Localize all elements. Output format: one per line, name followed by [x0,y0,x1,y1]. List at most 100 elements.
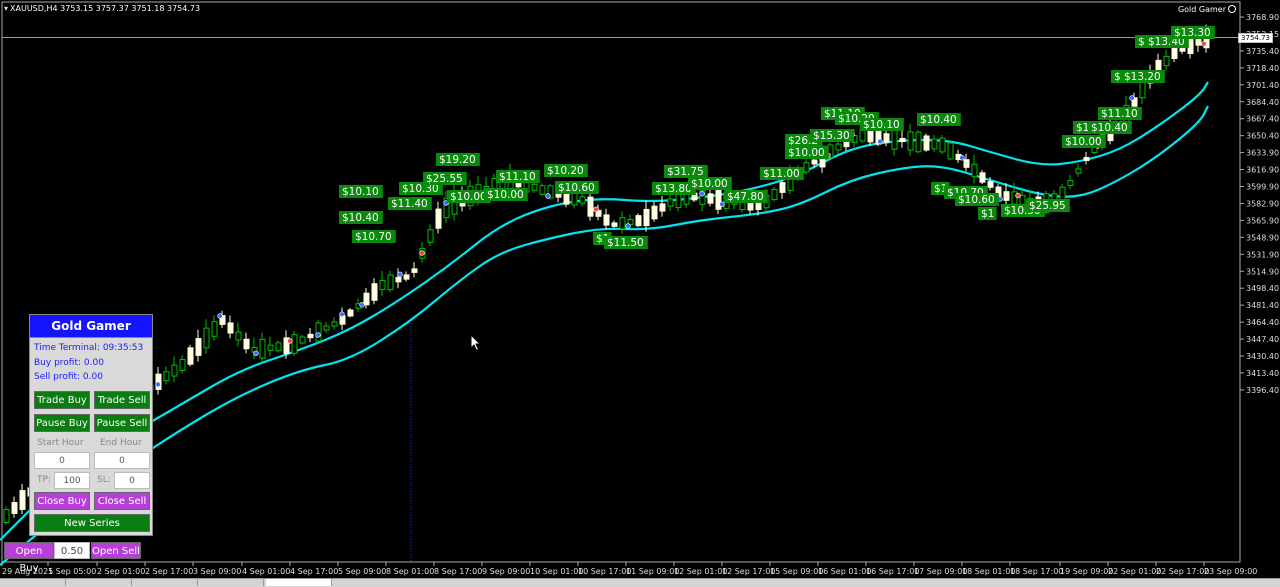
symbol-timeframe: XAUUSD,H4 [10,4,58,13]
profit-label-text: $11.10 [1101,108,1138,120]
profit-label-text: $25.95 [1029,200,1066,212]
current-price-tag: 3754.73 [1238,33,1273,43]
candle-body [659,203,666,212]
candle-body [707,193,714,204]
candle-body [603,214,610,226]
candle-body [163,371,170,382]
profit-label: $10.00 [1062,135,1106,148]
x-tick-label: 17 Sep 09:00 [914,567,967,576]
profit-label: $11.00 [760,167,804,180]
x-tick-label: 23 Sep 09:00 [1204,567,1257,576]
profit-label-text: $1 [1076,122,1089,134]
candle-body [323,325,330,331]
candle-body [587,196,594,217]
close-sell-button[interactable]: Close Sell [94,492,150,510]
lot-size-field[interactable]: 0.50 [54,542,90,559]
start-hour-field[interactable]: 0 [34,452,90,469]
panel-title[interactable]: Gold Gamer [30,315,152,338]
profit-label: $10.70 [352,230,396,243]
ohlc-values: 3753.15 3757.37 3751.18 3754.73 [60,4,201,13]
x-tick-label: 4 Sep 17:00 [290,567,338,576]
x-tick-label: 3 Sep 09:00 [193,567,241,576]
sl-field[interactable]: 0 [114,472,150,489]
candle-body [363,292,370,306]
candle-body [947,142,954,160]
y-tick-label: 3650.40 [1246,132,1279,141]
chart-tab[interactable] [0,579,66,586]
trade-marker [1015,192,1021,199]
expert-advisor-name[interactable]: Gold Gamer [1178,5,1236,14]
trade-marker [339,311,345,317]
candle-body [963,159,970,168]
profit-label: $10.40 [1088,121,1132,134]
tp-label: TP: [37,475,51,485]
trade-marker [719,201,725,207]
candle-body [803,162,810,173]
x-tick-label: 12 Sep 01:00 [674,567,727,576]
candle-body [395,276,402,283]
control-panel: Gold Gamer Time Terminal: 09:35:53 Buy p… [29,314,153,536]
y-tick-label: 3514.90 [1246,267,1279,276]
close-buy-button[interactable]: Close Buy [34,492,90,510]
trade-marker [625,223,631,229]
profit-label-text: $10.00 [691,178,728,190]
trade-marker [217,313,223,319]
profit-label-text: $15.30 [813,130,850,142]
chart-tab[interactable] [66,579,132,586]
profit-label: $11.40 [388,197,432,210]
chart-tab-active[interactable] [266,579,332,586]
candle-body [371,283,378,301]
trade-marker [315,332,321,338]
candle-body [811,159,818,165]
profit-label-text: $10.10 [342,186,379,198]
candle-body [211,321,218,337]
profit-label-text: $10.40 [920,114,957,126]
candle-body [203,327,210,349]
pause-sell-button[interactable]: Pause Sell [94,414,150,432]
candle-body [771,189,778,200]
profit-label-text: $11.00 [763,168,800,180]
trade-marker [155,381,161,388]
price-chart[interactable]: 3768.903752.153735.403718.403701.403684.… [0,0,1280,586]
candle-body [187,347,194,365]
chart-tab[interactable] [198,579,264,586]
trade-marker [397,271,403,278]
candle-body [275,342,282,352]
trade-buy-button[interactable]: Trade Buy [34,391,90,409]
trade-marker [287,338,293,344]
profit-label-text: $10.00 [487,189,524,201]
profit-label: $10.00 [688,177,732,190]
candle-body [531,183,538,191]
trade-sell-button[interactable]: Trade Sell [94,391,150,409]
profit-label-text: $11.10 [499,171,536,183]
x-tick-label: 2 Sep 17:00 [145,567,193,576]
x-tick-label: 8 Sep 01:00 [386,567,434,576]
candle-body [11,502,18,514]
y-tick-label: 3396.40 [1246,386,1279,395]
chevron-down-icon[interactable]: ▾ [4,4,8,13]
profit-label: $10.60 [955,193,999,206]
candle-body [715,189,722,210]
chart-tab[interactable] [132,579,198,586]
open-buy-button[interactable]: Open Buy [4,542,54,574]
pause-buy-button[interactable]: Pause Buy [34,414,90,432]
y-tick-label: 3447.40 [1246,335,1279,344]
tp-field[interactable]: 100 [54,472,90,489]
new-series-button[interactable]: New Series [34,514,150,532]
candle-body [611,222,618,227]
profit-label: $10.00 [785,146,829,159]
mouse-cursor-icon [470,334,482,352]
candle-body [19,490,26,510]
profit-label-text: $10.40 [1091,122,1128,134]
candle-body [579,196,586,204]
candle-body [227,322,234,334]
profit-label-text: $13.30 [1174,27,1211,39]
open-sell-button[interactable]: Open Sell [91,542,141,559]
profit-label-text: $11.40 [391,198,428,210]
y-tick-label: 3616.90 [1246,166,1279,175]
trade-marker [959,155,965,161]
end-hour-field[interactable]: 0 [94,452,150,469]
trade-marker [1201,41,1207,47]
profit-label-text: $25.55 [426,173,463,185]
profit-label: $1 [978,207,997,220]
